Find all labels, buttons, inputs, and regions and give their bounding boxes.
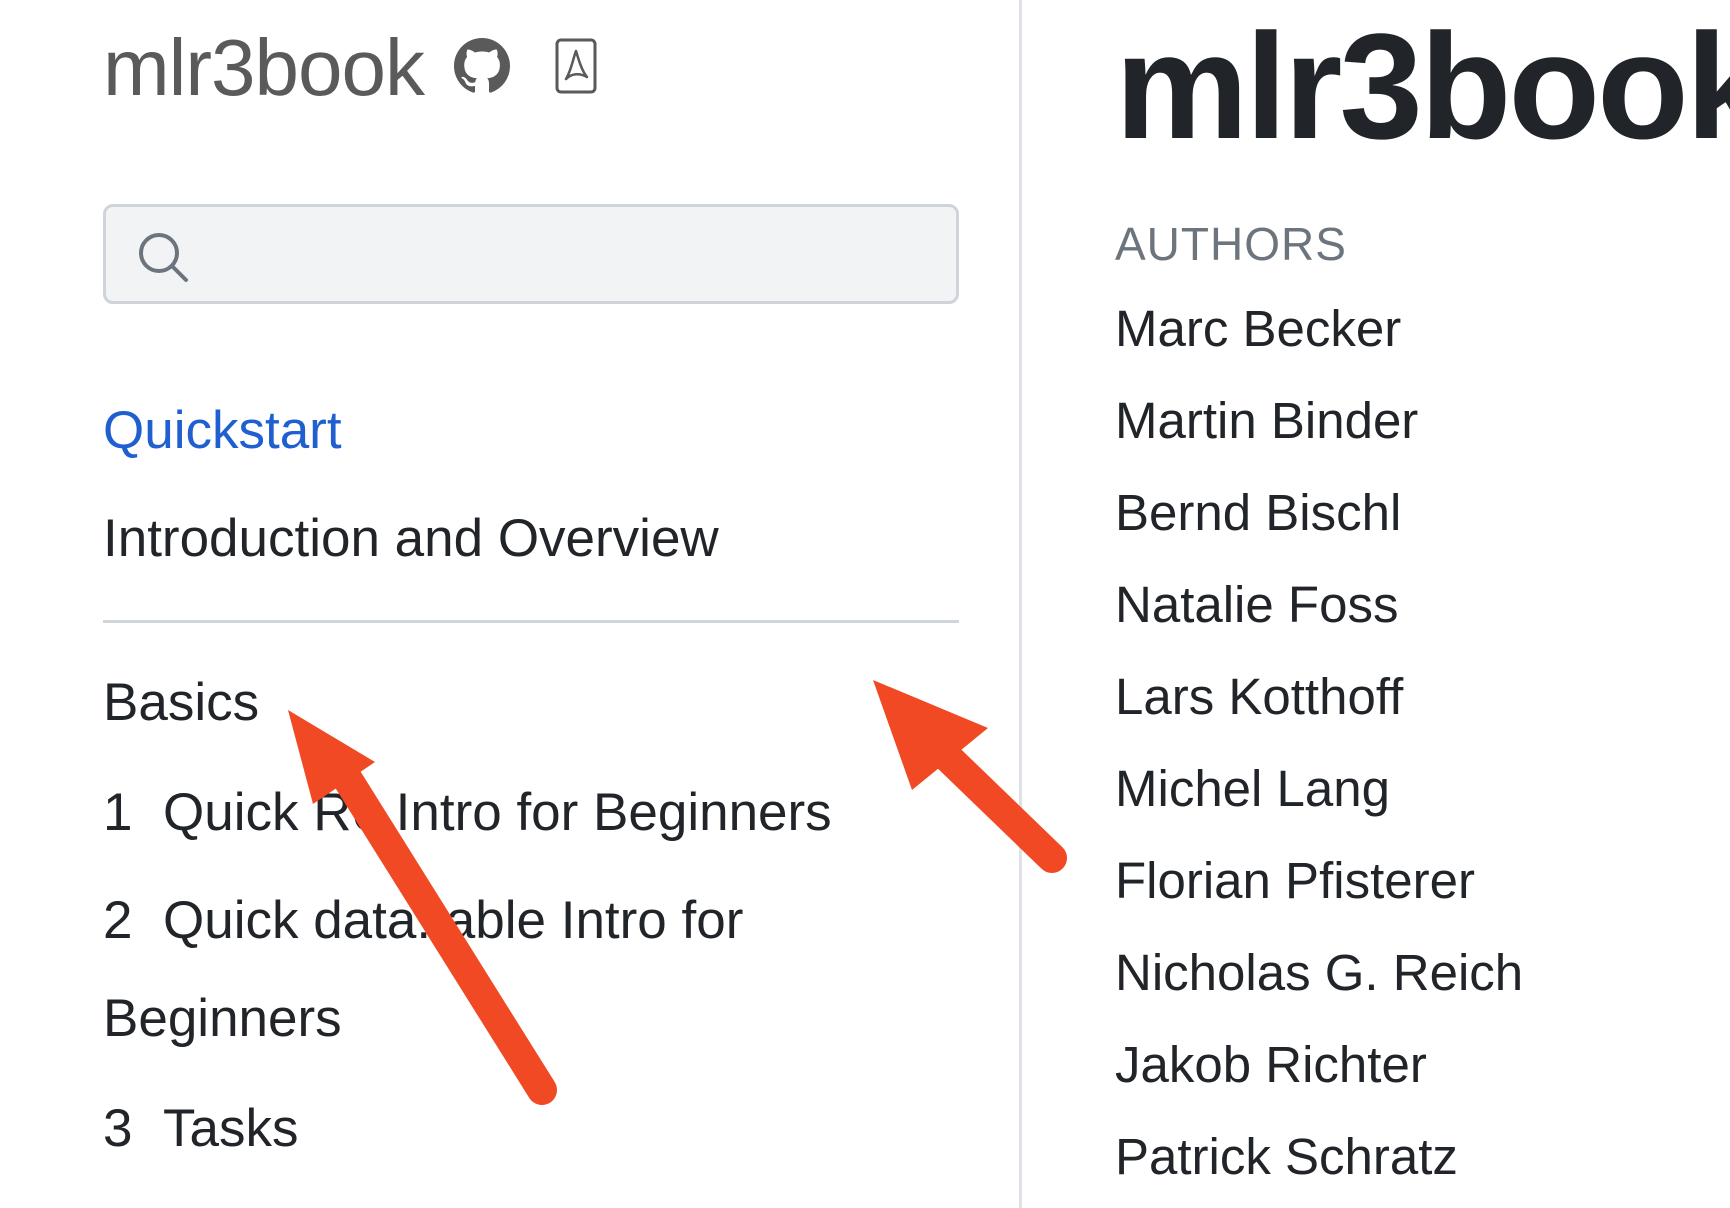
author-name: Michel Lang <box>1115 760 1390 817</box>
search-input[interactable] <box>206 217 940 293</box>
github-icon[interactable] <box>454 37 511 99</box>
search-box[interactable] <box>103 204 959 304</box>
chapter-label: Quick data.table Intro for <box>163 891 744 950</box>
chapter-number: 3 <box>103 1099 133 1158</box>
chapter-number: 2 <box>103 891 133 950</box>
chapter-number: 1 <box>103 783 133 842</box>
author-name: Martin Binder <box>1115 392 1419 449</box>
sidebar-header: mlr3book <box>103 18 598 118</box>
author-name: Nicholas G. Reich <box>1115 944 1524 1001</box>
sidebar-item-chapter-2[interactable]: 2 Quick data.table Intro for <box>103 890 743 951</box>
sidebar-item-chapter-1[interactable]: 1 Quick R6 Intro for Beginners <box>103 782 832 843</box>
author-name: Bernd Bischl <box>1115 484 1402 541</box>
sidebar-item-introduction[interactable]: Introduction and Overview <box>103 508 719 569</box>
page: mlr3book Quickstart Introduction and Ove… <box>0 0 1730 1208</box>
sidebar-title[interactable]: mlr3book <box>103 22 425 114</box>
author-name: Marc Becker <box>1115 300 1402 357</box>
chapter-label: Quick R6 Intro for Beginners <box>163 783 832 842</box>
sidebar-item-chapter-2-continued[interactable]: Beginners <box>103 988 342 1049</box>
sidebar-divider <box>103 620 959 623</box>
author-name: Florian Pfisterer <box>1115 852 1475 909</box>
author-name: Lars Kotthoff <box>1115 668 1404 725</box>
authors-heading: AUTHORS <box>1115 218 1347 270</box>
pdf-icon[interactable] <box>554 37 598 100</box>
search-icon <box>136 230 190 289</box>
author-name: Natalie Foss <box>1115 576 1399 633</box>
author-name: Jakob Richter <box>1115 1036 1427 1093</box>
sidebar: mlr3book Quickstart Introduction and Ove… <box>0 0 1022 1208</box>
sidebar-section-basics[interactable]: Basics <box>103 672 259 733</box>
page-title: mlr3book <box>1115 2 1730 170</box>
author-name: Patrick Schratz <box>1115 1128 1458 1185</box>
sidebar-item-chapter-3[interactable]: 3 Tasks <box>103 1098 298 1159</box>
sidebar-item-quickstart[interactable]: Quickstart <box>103 400 342 461</box>
chapter-label: Tasks <box>163 1099 299 1158</box>
